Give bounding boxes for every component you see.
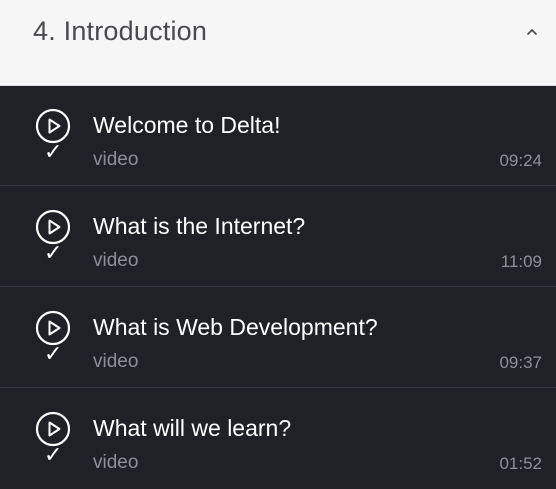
play-icon[interactable] [35, 108, 71, 144]
lecture-duration: 09:24 [499, 151, 542, 170]
section-title: 4. Introduction [33, 16, 208, 46]
chevron-up-icon[interactable] [524, 26, 540, 38]
lecture-duration: 11:09 [500, 252, 542, 271]
lecture-item[interactable]: ✓ What is Web Development? video 09:37 [0, 288, 556, 388]
lecture-type: video [93, 149, 139, 170]
lecture-type: video [93, 452, 139, 473]
lecture-title: What will we learn? [93, 415, 292, 441]
section-header[interactable]: 4. Introduction [0, 0, 556, 86]
checkmark-icon: ✓ [44, 241, 63, 266]
lecture-type: video [93, 351, 139, 372]
checkmark-icon: ✓ [44, 342, 63, 367]
lecture-item[interactable]: ✓ What is the Internet? video 11:09 [0, 187, 556, 287]
checkmark-icon: ✓ [44, 140, 63, 165]
lecture-item[interactable]: ✓ What will we learn? video 01:52 [0, 389, 556, 489]
lecture-title: Welcome to Delta! [93, 112, 281, 138]
play-icon[interactable] [35, 209, 71, 245]
lecture-item[interactable]: ✓ Welcome to Delta! video 09:24 [0, 86, 556, 186]
play-icon[interactable] [35, 411, 71, 447]
play-icon[interactable] [35, 310, 71, 346]
lecture-duration: 09:37 [499, 353, 542, 372]
checkmark-icon: ✓ [44, 443, 63, 468]
lecture-type: video [93, 250, 139, 271]
lecture-duration: 01:52 [499, 454, 542, 473]
lecture-title: What is the Internet? [93, 213, 306, 239]
lecture-title: What is Web Development? [93, 314, 378, 340]
lecture-list: ✓ Welcome to Delta! video 09:24 ✓ What i… [0, 86, 556, 484]
